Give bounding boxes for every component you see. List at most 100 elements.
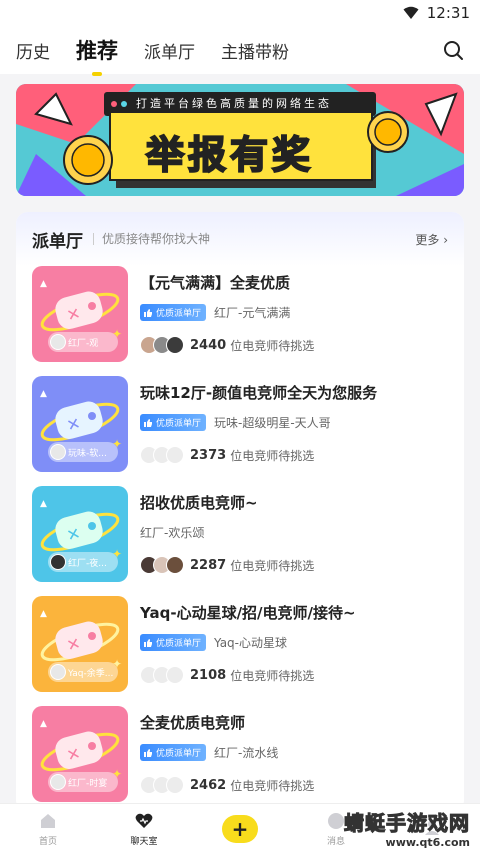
message-icon xyxy=(328,812,344,829)
avatar xyxy=(166,776,184,794)
list-item[interactable]: ✕ ✦ ▲ 玩味-软... 玩味12厅-颜值电竞师全天为您服务 优质派单厅 玩味… xyxy=(16,376,464,486)
room-host: 红厂-元气满满 xyxy=(214,306,291,320)
avatar-group xyxy=(140,446,184,464)
room-host: Yaq-心动星球 xyxy=(214,636,287,650)
tab-dispatch-hall[interactable]: 派单厅 xyxy=(144,38,195,63)
svg-text:▲: ▲ xyxy=(40,389,47,399)
nav-messages-label: 消息 xyxy=(326,836,345,847)
room-count: 2462 位电竞师待挑选 xyxy=(140,776,314,794)
tab-history[interactable]: 历史 xyxy=(16,38,50,63)
count-number: 2440 xyxy=(190,337,227,353)
search-icon[interactable] xyxy=(442,39,464,61)
avatar-group xyxy=(140,556,184,574)
count-suffix: 位电竞师待挑选 xyxy=(230,558,315,573)
tab-recommend[interactable]: 推荐 xyxy=(76,35,118,76)
room-cover: ✕ ✦ ▲ 玩味-软... xyxy=(32,376,128,472)
room-host: 玩味-超级明星-天人哥 xyxy=(214,416,331,430)
avatar xyxy=(50,444,66,460)
room-cover-tag-label: 红厂-夜... xyxy=(68,558,107,569)
status-bar: 12:31 xyxy=(0,0,480,26)
count-number: 2462 xyxy=(190,777,227,793)
room-meta: 红厂-欢乐颂 xyxy=(140,524,204,541)
avatar-group xyxy=(140,776,184,794)
quality-badge: 优质派单厅 xyxy=(140,744,207,761)
quality-badge: 优质派单厅 xyxy=(140,414,207,431)
room-title: 招收优质电竞师~ xyxy=(140,494,258,512)
room-cover-tag: 玩味-软... xyxy=(48,442,118,462)
svg-text:▲: ▲ xyxy=(40,499,47,509)
room-count: 2440 位电竞师待挑选 xyxy=(140,336,314,354)
tab-recommend-label: 推荐 xyxy=(76,39,118,63)
nav-create[interactable]: + xyxy=(210,814,270,843)
room-cover: ✕ ✦ ▲ 红厂-夜... xyxy=(32,486,128,582)
room-cover-tag: Yaq-余季... xyxy=(48,662,118,682)
room-meta: 优质派单厅 Yaq-心动星球 xyxy=(140,634,287,651)
avatar xyxy=(166,556,184,574)
count-number: 2287 xyxy=(190,557,227,573)
count-number: 2108 xyxy=(190,667,227,683)
list-item[interactable]: ✕ ✦ ▲ 红厂-夜... 招收优质电竞师~ 红厂-欢乐颂 2287 位电竞师待… xyxy=(16,486,464,596)
list-item[interactable]: ✕ ✦ ▲ 红厂-时宴 全麦优质电竞师 优质派单厅 红厂-流水线 2462 位电… xyxy=(16,706,464,812)
room-title: 【元气满满】全麦优质 xyxy=(140,274,291,292)
wifi-icon xyxy=(403,6,419,19)
top-tab-bar: 历史 推荐 派单厅 主播带粉 xyxy=(0,26,480,76)
more-link[interactable]: 更多 › xyxy=(415,231,448,248)
thumbs-up-icon xyxy=(144,418,152,427)
avatar xyxy=(50,334,66,350)
room-cover-tag-label: Yaq-余季... xyxy=(68,668,114,679)
room-title: 全麦优质电竞师 xyxy=(140,714,246,732)
room-cover-tag: 红厂-夜... xyxy=(48,552,118,572)
quality-badge-label: 优质派单厅 xyxy=(156,639,202,649)
avatar xyxy=(50,774,66,790)
tab-streamer-fans[interactable]: 主播带粉 xyxy=(221,38,289,63)
room-cover-tag: 红厂-时宴 xyxy=(48,772,118,792)
avatar xyxy=(50,554,66,570)
quality-badge: 优质派单厅 xyxy=(140,304,207,321)
room-meta: 优质派单厅 玩味-超级明星-天人哥 xyxy=(140,414,331,431)
quality-badge-label: 优质派单厅 xyxy=(156,309,202,319)
nav-home-label: 首页 xyxy=(38,836,57,847)
panel-subtitle: 优质接待帮你找大神 xyxy=(93,233,210,245)
list-item[interactable]: ✕ ✦ ▲ Yaq-余季... Yaq-心动星球/招/电竞师/接待~ 优质派单厅… xyxy=(16,596,464,706)
list-item[interactable]: ✕ ✦ ▲ 红厂-观 【元气满满】全麦优质 优质派单厅 红厂-元气满满 2440… xyxy=(16,266,464,376)
count-suffix: 位电竞师待挑选 xyxy=(230,668,315,683)
panel-title: 派单厅 xyxy=(32,231,83,252)
report-reward-banner[interactable]: 打造平台绿色高质量的网络生态 举报有奖 xyxy=(16,84,464,196)
avatar-group xyxy=(140,336,184,354)
watermark-url: www.qt6.com xyxy=(385,836,470,849)
count-suffix: 位电竞师待挑选 xyxy=(230,338,315,353)
thumbs-up-icon xyxy=(144,638,152,647)
thumbs-up-icon xyxy=(144,308,152,317)
banner-slogan: 打造平台绿色高质量的网络生态 xyxy=(136,97,332,110)
quality-badge-label: 优质派单厅 xyxy=(156,749,202,759)
panel-header: 派单厅 优质接待帮你找大神 更多 › xyxy=(16,212,464,266)
avatar xyxy=(166,336,184,354)
dispatch-hall-panel: 派单厅 优质接待帮你找大神 更多 › ✕ ✦ ▲ 红厂-观 【元气满满】全麦优质… xyxy=(16,212,464,812)
nav-home[interactable]: 首页 xyxy=(18,811,78,847)
count-suffix: 位电竞师待挑选 xyxy=(230,778,315,793)
room-cover-tag-label: 玩味-软... xyxy=(68,448,107,459)
status-time: 12:31 xyxy=(426,4,470,22)
more-link-label: 更多 xyxy=(415,232,440,247)
room-host: 红厂-流水线 xyxy=(214,746,279,760)
room-count: 2373 位电竞师待挑选 xyxy=(140,446,314,464)
nav-chatroom-label: 聊天室 xyxy=(130,836,158,847)
avatar xyxy=(166,666,184,684)
home-icon xyxy=(41,813,55,828)
room-meta: 优质派单厅 红厂-元气满满 xyxy=(140,304,290,321)
room-cover: ✕ ✦ ▲ Yaq-余季... xyxy=(32,596,128,692)
quality-badge-label: 优质派单厅 xyxy=(156,419,202,429)
avatar xyxy=(50,664,66,680)
count-number: 2373 xyxy=(190,447,227,463)
plus-button[interactable]: + xyxy=(222,814,258,843)
room-title: 玩味12厅-颜值电竞师全天为您服务 xyxy=(140,384,378,402)
svg-text:▲: ▲ xyxy=(40,609,47,619)
active-tab-indicator xyxy=(92,72,102,76)
room-title: Yaq-心动星球/招/电竞师/接待~ xyxy=(140,604,356,622)
room-cover-tag: 红厂-观 xyxy=(48,332,118,352)
nav-chatroom[interactable]: 聊天室 xyxy=(114,811,174,847)
count-suffix: 位电竞师待挑选 xyxy=(230,448,315,463)
svg-text:▲: ▲ xyxy=(40,279,47,289)
room-meta: 优质派单厅 红厂-流水线 xyxy=(140,744,278,761)
banner-headline: 举报有奖 xyxy=(145,132,315,178)
